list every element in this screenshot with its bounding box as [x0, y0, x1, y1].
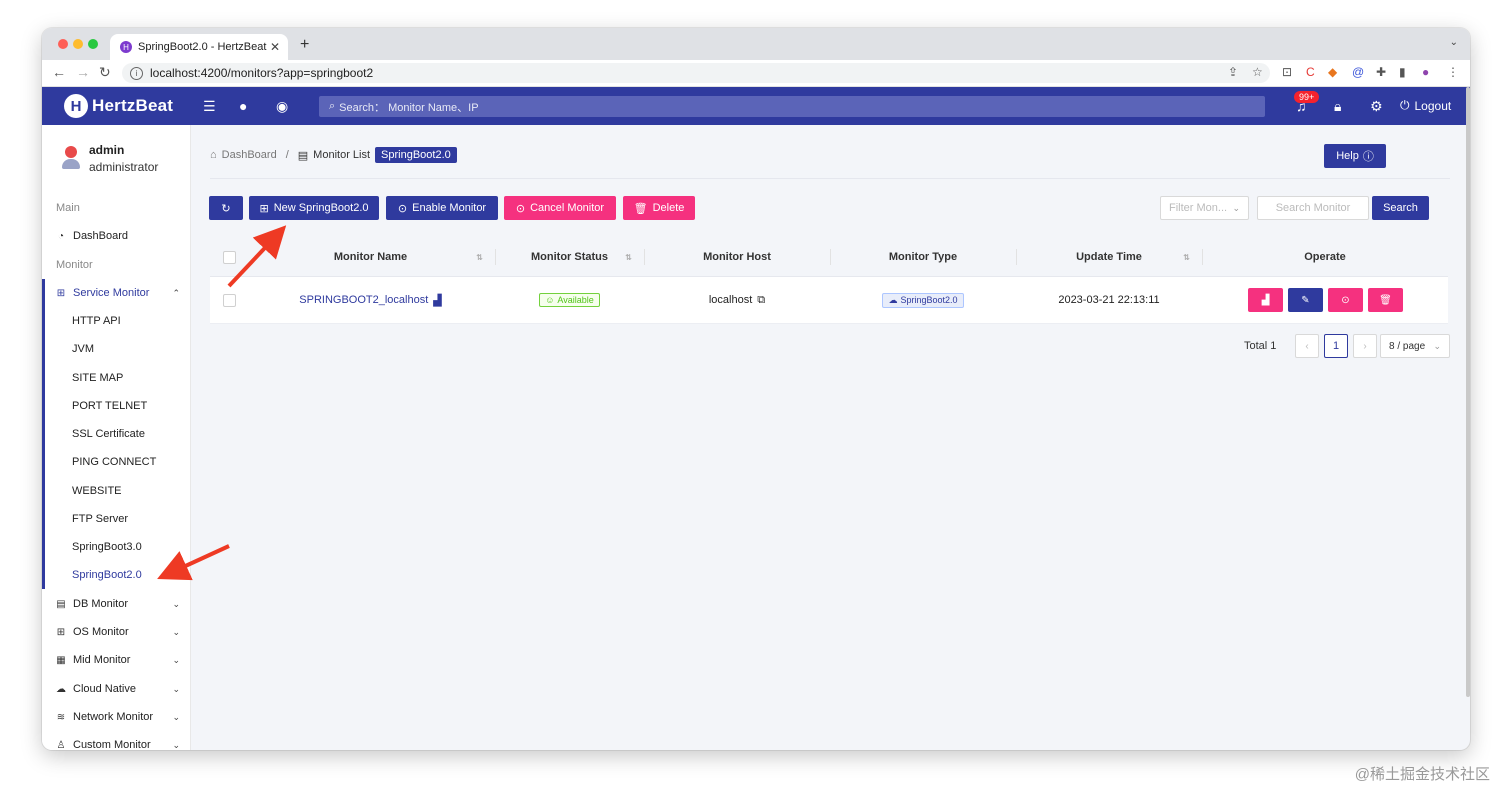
annotation-arrows [157, 225, 287, 581]
watermark-text: @稀土掘金技术社区 [1354, 766, 1490, 783]
annotation-arrow-new-button [227, 225, 287, 288]
annotation-arrow-springboot2 [157, 544, 230, 581]
